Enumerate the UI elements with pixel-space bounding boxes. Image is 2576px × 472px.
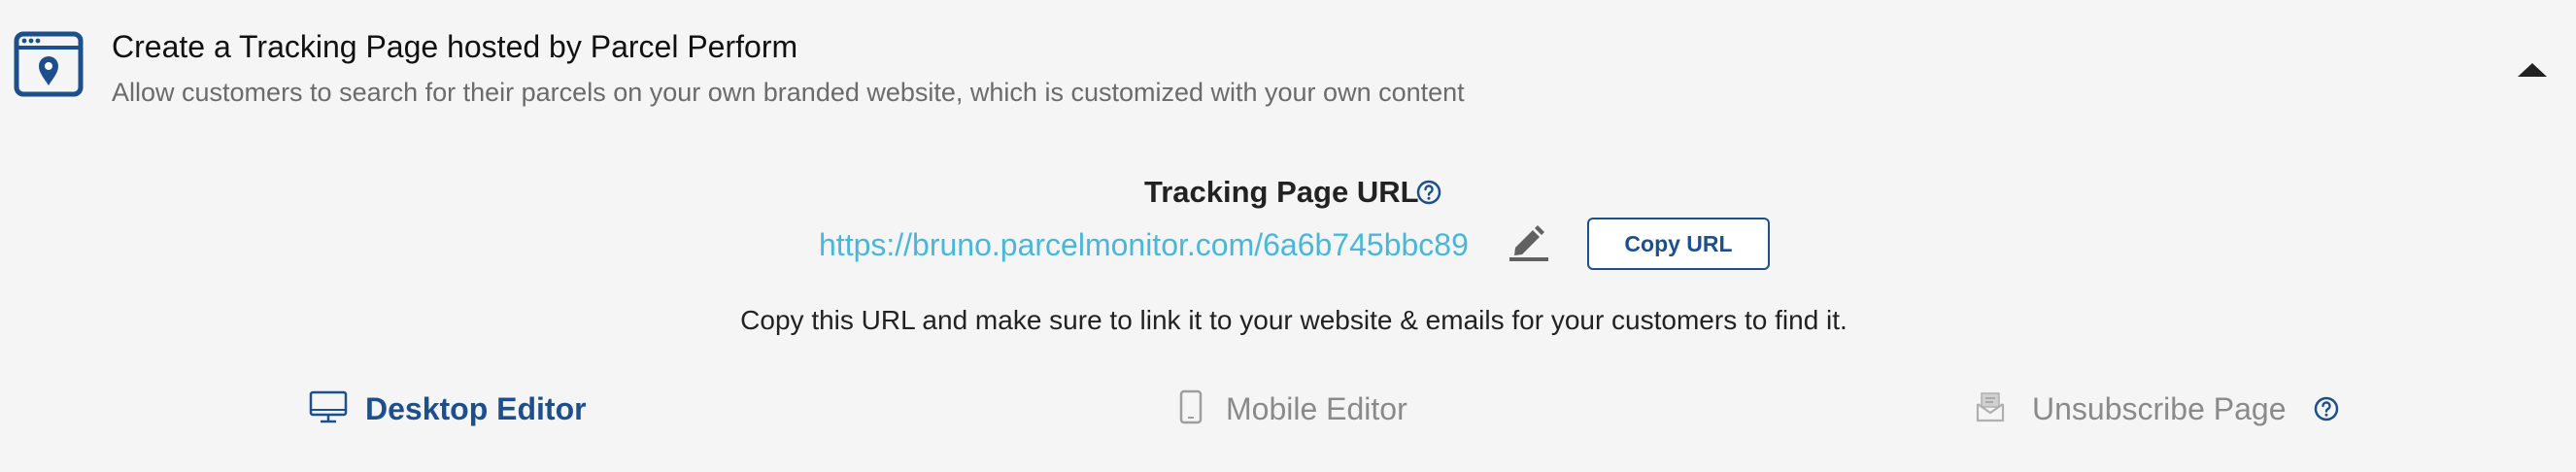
tab-label: Unsubscribe Page [2032,390,2287,426]
copy-url-button[interactable]: Copy URL [1587,218,1770,270]
tab-mobile-editor[interactable]: Mobile Editor [1179,385,1407,433]
tab-unsubscribe-page[interactable]: Unsubscribe Page [1976,385,2340,433]
url-hint-text: Copy this URL and make sure to link it t… [740,305,1847,335]
browser-location-icon [14,31,84,97]
collapse-toggle[interactable] [2516,60,2549,82]
tab-label: Desktop Editor [365,390,587,426]
mobile-icon [1179,389,1203,429]
tracking-url-heading: Tracking Page URL [1144,175,1419,209]
tracking-url-link[interactable]: https://bruno.parcelmonitor.com/6a6b745b… [819,227,1469,263]
help-icon[interactable] [1415,179,1442,206]
edit-icon[interactable] [1508,221,1550,262]
envelope-icon [1976,391,2005,427]
help-icon[interactable] [2313,395,2340,422]
desktop-icon [309,390,348,428]
caret-up-icon [2518,63,2547,77]
section-title: Create a Tracking Page hosted by Parcel … [112,29,798,64]
tab-label: Mobile Editor [1226,390,1407,426]
section-subtitle: Allow customers to search for their parc… [112,78,1465,107]
tab-desktop-editor[interactable]: Desktop Editor [309,385,587,433]
